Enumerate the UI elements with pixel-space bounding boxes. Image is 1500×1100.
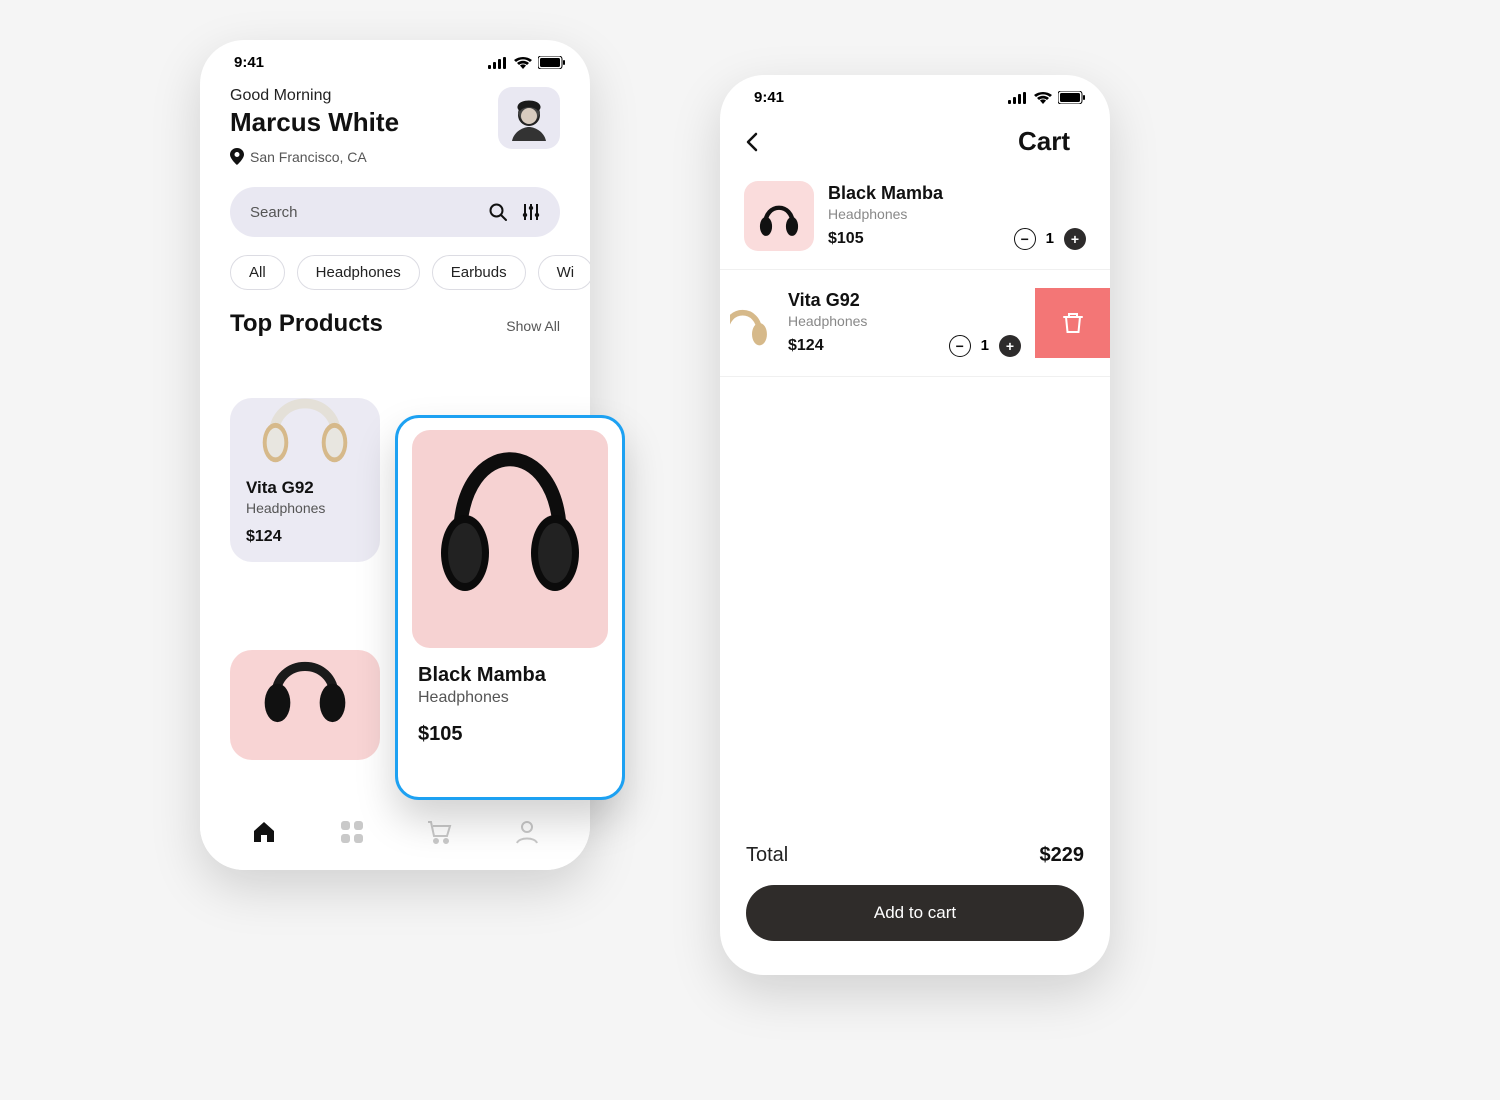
quantity-stepper: − 1 +	[949, 335, 1021, 357]
status-bar: 9:41	[720, 75, 1110, 112]
featured-price: $105	[412, 723, 608, 746]
signal-icon	[488, 57, 508, 69]
wifi-icon	[514, 57, 532, 69]
quantity-stepper: − 1 +	[1014, 228, 1086, 250]
location-text: San Francisco, CA	[250, 149, 367, 165]
qty-minus-button[interactable]: −	[1014, 228, 1036, 250]
status-time: 9:41	[754, 89, 784, 106]
tab-cart-icon[interactable]	[425, 818, 453, 846]
filter-icon[interactable]	[522, 203, 540, 221]
battery-icon	[538, 56, 566, 69]
status-bar: 9:41	[200, 40, 590, 77]
qty-plus-button[interactable]: +	[999, 335, 1021, 357]
status-icons	[488, 56, 566, 69]
avatar-image	[504, 93, 554, 143]
user-block: Good Morning Marcus White San Francisco,…	[230, 87, 399, 165]
qty-value: 1	[1046, 230, 1054, 247]
username: Marcus White	[230, 107, 399, 138]
status-icons	[1008, 91, 1086, 104]
status-time: 9:41	[234, 54, 264, 71]
greeting: Good Morning	[230, 87, 399, 105]
search-placeholder: Search	[250, 204, 488, 221]
add-to-cart-button[interactable]: Add to cart	[746, 885, 1084, 941]
qty-minus-button[interactable]: −	[949, 335, 971, 357]
cart-item[interactable]: Black Mamba Headphones $105 − 1 +	[720, 163, 1110, 270]
cart-item[interactable]: Vita G92 Headphones $124 − 1 +	[720, 270, 1110, 377]
location-row: San Francisco, CA	[230, 148, 399, 165]
headphone-image	[425, 378, 595, 638]
category-chips: All Headphones Earbuds Wi	[200, 237, 590, 290]
product-card-lower-1[interactable]	[230, 650, 380, 760]
cart-item-price: $105	[828, 230, 864, 248]
cart-item-thumb	[744, 181, 814, 251]
chip-all[interactable]: All	[230, 255, 285, 290]
search-input[interactable]: Search	[230, 187, 560, 237]
product-card-vita[interactable]: Vita G92 Headphones $124	[230, 398, 380, 562]
cart-footer: Total $229 Add to cart	[720, 844, 1110, 975]
search-icon[interactable]	[488, 202, 508, 222]
qty-plus-button[interactable]: +	[1064, 228, 1086, 250]
chip-overflow[interactable]: Wi	[538, 255, 590, 290]
cart-item-price: $124	[788, 337, 824, 355]
tab-bar	[200, 794, 590, 870]
battery-icon	[1058, 91, 1086, 104]
product-price: $124	[246, 528, 364, 546]
featured-name: Black Mamba	[412, 664, 608, 687]
tab-home-icon[interactable]	[250, 818, 278, 846]
cart-screen: 9:41 Cart Black Mamba Headphones $105 − …	[720, 75, 1110, 975]
cart-item-category: Headphones	[828, 206, 1086, 222]
cart-item-category: Headphones	[788, 313, 1021, 329]
total-value: $229	[1040, 844, 1085, 867]
cart-item-thumb	[730, 288, 774, 358]
headphone-image	[246, 357, 364, 477]
chip-headphones[interactable]: Headphones	[297, 255, 420, 290]
cart-title: Cart	[764, 126, 1080, 157]
featured-image-box	[412, 430, 608, 648]
show-all-link[interactable]: Show All	[506, 318, 560, 334]
chip-earbuds[interactable]: Earbuds	[432, 255, 526, 290]
location-icon	[230, 148, 244, 165]
wifi-icon	[1034, 92, 1052, 104]
tab-grid-icon[interactable]	[339, 819, 365, 845]
back-icon[interactable]	[742, 131, 764, 153]
avatar[interactable]	[498, 87, 560, 149]
total-label: Total	[746, 844, 788, 867]
signal-icon	[1008, 92, 1028, 104]
product-category: Headphones	[246, 500, 364, 516]
section-title: Top Products	[230, 310, 383, 338]
cart-item-name: Black Mamba	[828, 183, 1086, 204]
product-card-featured[interactable]: Black Mamba Headphones $105	[395, 415, 625, 800]
cart-item-name: Vita G92	[788, 290, 1021, 311]
featured-category: Headphones	[412, 689, 608, 707]
trash-icon	[1060, 310, 1086, 336]
qty-value: 1	[981, 337, 989, 354]
product-name: Vita G92	[246, 478, 364, 498]
delete-button[interactable]	[1035, 288, 1110, 358]
tab-profile-icon[interactable]	[514, 819, 540, 845]
headphone-image	[250, 624, 360, 734]
